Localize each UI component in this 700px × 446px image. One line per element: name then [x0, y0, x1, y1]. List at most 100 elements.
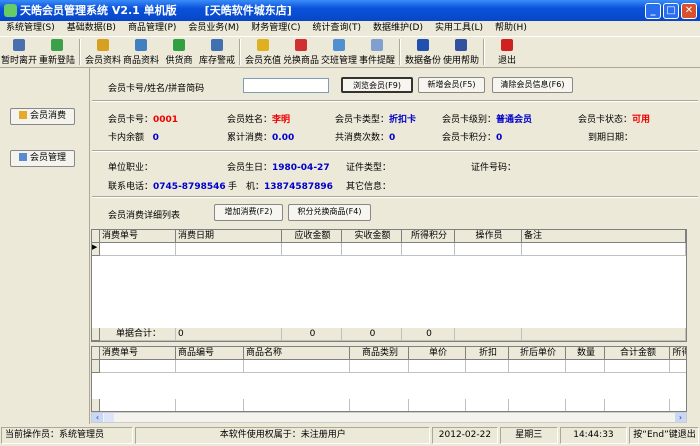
row-indicator [92, 399, 100, 411]
exchange-points-button[interactable]: 积分兑换商品(F4) [288, 204, 371, 221]
toolbar-button[interactable]: 兑换商品 [282, 37, 320, 67]
close-button[interactable]: ✕ [681, 3, 697, 19]
toolbar-button[interactable]: 供货商 [160, 37, 198, 67]
add-member-button[interactable]: 新增会员(F5) [418, 77, 485, 93]
summary-row: 单据合计： 0 0 0 0 [92, 328, 686, 341]
column-header: 商品编号 [176, 347, 244, 360]
cell [566, 360, 605, 373]
toolbar-icon [455, 39, 467, 51]
consume-grid[interactable]: 消费单号 消费日期 应收金额 实收金额 所得积分 操作员 备注 ▶ 单据合计： 0 0 0 0 [91, 229, 687, 342]
item-grid[interactable]: 消费单号商品编号商品名称商品类别单价折扣折后单价数量合计金额所得积分 [91, 346, 687, 412]
other-info-label: 其它信息： [346, 182, 392, 192]
toolbar-button[interactable]: 退出 [488, 37, 526, 67]
toolbar-button[interactable]: 重新登陆 [38, 37, 76, 67]
cell [282, 243, 342, 256]
card-type: 折扣卡 [389, 115, 417, 125]
row-indicator: ▶ [92, 243, 100, 256]
toolbar-label: 数据备份 [404, 56, 441, 66]
birthday-field: 会员生日：1980-04-27 [227, 160, 330, 173]
divider [92, 100, 698, 102]
summary-cell: 0 [282, 328, 342, 341]
toolbar-button[interactable]: 会员资料 [84, 37, 122, 67]
column-header: 操作员 [455, 230, 522, 243]
toolbar-button[interactable]: 商品资料 [122, 37, 160, 67]
horizontal-scrollbar[interactable]: ‹ › [91, 412, 687, 423]
scroll-left-icon[interactable]: ‹ [92, 413, 103, 422]
minimize-button[interactable]: _ [645, 3, 661, 19]
toolbar-label: 库存警戒 [198, 56, 235, 66]
label: 会员卡状态： [578, 115, 633, 125]
menu-item[interactable]: 统计查询(T) [307, 21, 368, 36]
row-indicator [92, 328, 100, 341]
cell [176, 360, 244, 373]
browse-member-button[interactable]: 浏览会员(F9) [341, 77, 413, 93]
scroll-right-icon[interactable]: › [675, 413, 686, 422]
grid-header: 消费单号 消费日期 应收金额 实收金额 所得积分 操作员 备注 [92, 230, 686, 243]
menu-item[interactable]: 系统管理(S) [0, 21, 61, 36]
maximize-button[interactable]: □ [663, 3, 679, 19]
card-status: 可用 [632, 115, 651, 125]
member-manage-button[interactable]: 会员管理 [10, 150, 75, 167]
toolbar-button[interactable]: 使用帮助 [442, 37, 480, 67]
column-header: 消费单号 [100, 230, 176, 243]
toolbar-icon [257, 39, 269, 51]
toolbar-icon [135, 39, 147, 51]
search-input[interactable] [243, 78, 329, 93]
coin-icon [18, 111, 27, 119]
toolbar-label: 兑换商品 [282, 56, 319, 66]
status-panel: 当前操作员：系统管理员 [1, 427, 134, 444]
summary-cell: 单据合计： [100, 328, 176, 341]
label: 联系电话： [108, 182, 154, 192]
mobile-field: 手 机：13874587896 [228, 179, 333, 192]
clear-member-button[interactable]: 清除会员信息(F6) [492, 77, 573, 93]
menu-item[interactable]: 数据维护(D) [367, 21, 429, 36]
toolbar-icon [501, 39, 513, 51]
id-type-label: 证件类型： [346, 163, 392, 173]
toolbar-icon [333, 39, 345, 51]
menu-item[interactable]: 财务管理(C) [245, 21, 306, 36]
points: 0 [496, 133, 503, 143]
toolbar-button[interactable]: 库存警戒 [198, 37, 236, 67]
menu-item[interactable]: 商品管理(P) [122, 21, 182, 36]
toolbar-button[interactable]: 数据备份 [404, 37, 442, 67]
menu-item[interactable]: 帮助(H) [489, 21, 533, 36]
cell [350, 399, 409, 411]
column-header: 商品类别 [350, 347, 409, 360]
cell [455, 243, 522, 256]
column-header: 单价 [409, 347, 466, 360]
cell [244, 360, 350, 373]
cell [509, 360, 566, 373]
count-field: 共消费次数：0 [335, 130, 395, 143]
divider [92, 196, 698, 198]
cell [522, 243, 686, 256]
cell [409, 360, 466, 373]
cell [409, 399, 466, 411]
users-icon [18, 153, 27, 161]
toolbar-icon [417, 39, 429, 51]
toolbar-button[interactable]: 交班管理 [320, 37, 358, 67]
menu-item[interactable]: 实用工具(L) [429, 21, 489, 36]
column-header: 所得积分 [670, 347, 686, 360]
member-name: 李明 [272, 115, 291, 125]
member-consume-button[interactable]: 会员消费 [10, 108, 75, 125]
menu-item[interactable]: 基础数据(B) [61, 21, 122, 36]
table-row[interactable] [92, 360, 686, 373]
toolbar-label: 交班管理 [320, 56, 357, 66]
toolbar-button[interactable]: 暂时离开 [0, 37, 38, 67]
toolbar-separator [399, 39, 401, 65]
table-row[interactable]: ▶ [92, 243, 686, 256]
mobile: 13874587896 [264, 182, 333, 192]
add-consume-button[interactable]: 增加消费(F2) [214, 204, 283, 221]
toolbar-button[interactable]: 会员充值 [244, 37, 282, 67]
menu-item[interactable]: 会员业务(M) [182, 21, 245, 36]
toolbar-label: 退出 [497, 56, 516, 66]
label: 会员生日： [227, 163, 273, 173]
scroll-thumb[interactable] [104, 413, 114, 422]
divider [92, 150, 698, 152]
toolbar-label: 商品资料 [122, 56, 159, 66]
search-label: 会员卡号/姓名/拼音简码 [108, 84, 205, 94]
toolbar-button[interactable]: 事件提醒 [358, 37, 396, 67]
points-field: 会员卡积分：0 [442, 130, 502, 143]
grid-header: 消费单号商品编号商品名称商品类别单价折扣折后单价数量合计金额所得积分 [92, 347, 686, 360]
footer-row [92, 399, 686, 411]
